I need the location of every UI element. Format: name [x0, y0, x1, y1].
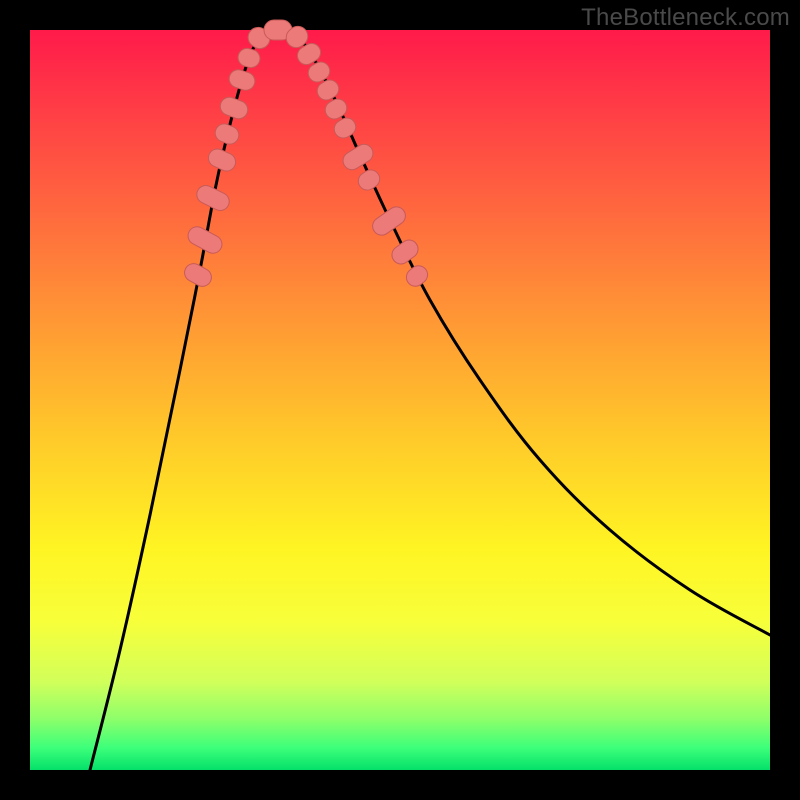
curve-marker	[355, 166, 383, 193]
curve-marker	[340, 141, 377, 173]
chart-frame: TheBottleneck.com	[0, 0, 800, 800]
curve-marker	[194, 182, 232, 213]
curve-marker	[403, 262, 431, 290]
watermark-text: TheBottleneck.com	[581, 4, 790, 32]
bottleneck-curve-line	[90, 30, 770, 770]
curve-marker	[206, 146, 239, 174]
curve-marker	[388, 236, 421, 267]
curve-marker	[369, 203, 409, 238]
curve-marker	[213, 121, 242, 147]
curve-marker	[236, 46, 262, 69]
curve-marker-cluster	[181, 20, 431, 290]
curve-marker	[218, 95, 250, 121]
curve-marker	[181, 260, 214, 289]
curve-marker	[227, 67, 257, 92]
bottleneck-curve-chart	[30, 30, 770, 770]
